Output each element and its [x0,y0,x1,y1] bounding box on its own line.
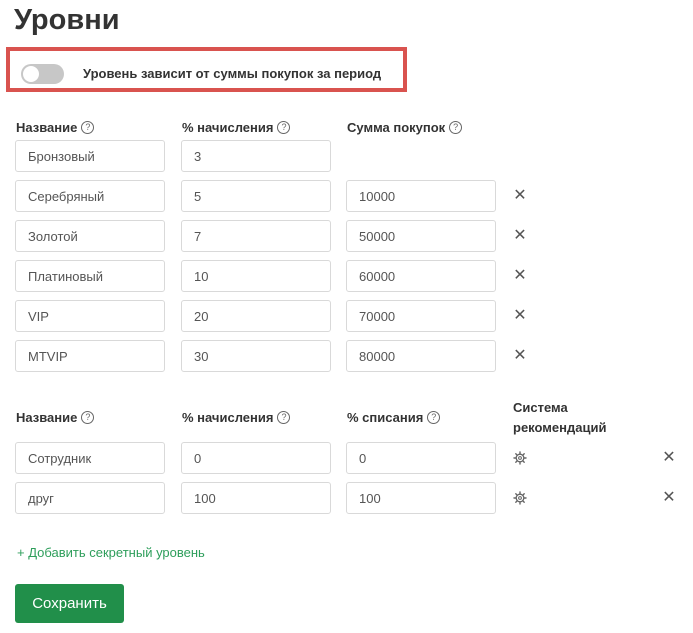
secret-level-writeoff-input[interactable] [346,442,496,474]
gear-icon[interactable] [513,451,527,465]
level-purchase-sum-input[interactable] [346,220,496,252]
recommendation-header-line-1: Система [513,400,568,415]
level-purchase-sum-input[interactable] [346,340,496,372]
secret-header-name: Название ? [16,410,95,425]
levels-header-accrual-label: % начисления [182,120,274,135]
levels-header-accrual: % начисления ? [182,120,291,135]
level-accrual-input[interactable] [181,340,331,372]
help-icon[interactable]: ? [81,121,95,134]
levels-header-purchase-sum-label: Сумма покупок [347,120,446,135]
level-accrual-input[interactable] [181,180,331,212]
secret-level-accrual-input[interactable] [181,442,331,474]
secret-level-name-input[interactable] [15,442,165,474]
remove-level-icon[interactable]: ✕ [513,188,527,204]
help-icon[interactable]: ? [427,411,441,424]
secret-header-writeoff-label: % списания [347,410,424,425]
level-name-input[interactable] [15,220,165,252]
remove-level-icon[interactable]: ✕ [513,348,527,364]
gear-icon[interactable] [513,491,527,505]
secret-level-writeoff-input[interactable] [346,482,496,514]
toggle-label: Уровень зависит от суммы покупок за пери… [83,66,382,81]
help-icon[interactable]: ? [449,121,463,134]
remove-level-icon[interactable]: ✕ [513,268,527,284]
level-accrual-input[interactable] [181,140,331,172]
secret-header-recommendation: Система рекомендаций [513,398,606,438]
levels-header-name: Название ? [16,120,95,135]
purchase-period-toggle[interactable] [21,64,64,84]
levels-header-purchase-sum: Сумма покупок ? [347,120,463,135]
level-name-input[interactable] [15,260,165,292]
level-name-input[interactable] [15,340,165,372]
level-accrual-input[interactable] [181,260,331,292]
recommendation-header-line-2: рекомендаций [513,420,607,435]
secret-header-accrual: % начисления ? [182,410,291,425]
secret-level-accrual-input[interactable] [181,482,331,514]
add-secret-level-link[interactable]: + Добавить секретный уровень [17,545,205,560]
remove-level-icon[interactable]: ✕ [513,228,527,244]
level-name-input[interactable] [15,140,165,172]
secret-level-name-input[interactable] [15,482,165,514]
secret-header-writeoff: % списания ? [347,410,441,425]
levels-header-name-label: Название [16,120,78,135]
help-icon[interactable]: ? [277,121,291,134]
level-name-input[interactable] [15,300,165,332]
help-icon[interactable]: ? [81,411,95,424]
remove-secret-level-icon[interactable]: ✕ [662,450,676,466]
page-title: Уровни [14,4,120,36]
level-accrual-input[interactable] [181,300,331,332]
secret-header-accrual-label: % начисления [182,410,274,425]
level-accrual-input[interactable] [181,220,331,252]
level-purchase-sum-input[interactable] [346,260,496,292]
level-name-input[interactable] [15,180,165,212]
level-purchase-sum-input[interactable] [346,180,496,212]
help-icon[interactable]: ? [277,411,291,424]
save-button[interactable]: Сохранить [15,584,124,623]
level-purchase-sum-input[interactable] [346,300,496,332]
toggle-highlight-box: Уровень зависит от суммы покупок за пери… [6,47,407,92]
secret-header-name-label: Название [16,410,78,425]
remove-secret-level-icon[interactable]: ✕ [662,490,676,506]
toggle-knob [23,66,39,82]
remove-level-icon[interactable]: ✕ [513,308,527,324]
